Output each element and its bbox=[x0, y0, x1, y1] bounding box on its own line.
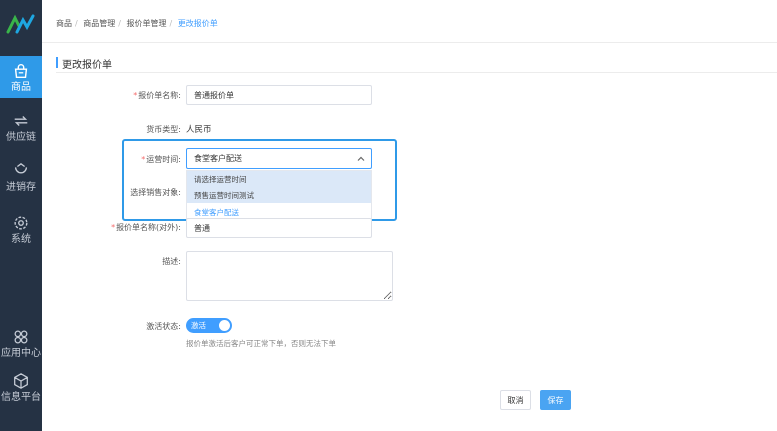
toggle-text: 激活 bbox=[191, 321, 206, 330]
page-title: 更改报价单 bbox=[62, 60, 112, 71]
cancel-button[interactable]: 取消 bbox=[500, 390, 531, 410]
sidebar-item-label: 系统 bbox=[11, 234, 31, 245]
cube-icon bbox=[14, 373, 28, 389]
sidebar-item-label: 进销存 bbox=[6, 182, 36, 193]
highlight-box bbox=[122, 139, 397, 221]
external-name-label: *报价单名称(对外): bbox=[111, 223, 181, 232]
exchange-icon bbox=[14, 116, 28, 126]
breadcrumb-item[interactable]: 报价单管理 bbox=[127, 19, 167, 28]
status-toggle[interactable]: 激活 bbox=[186, 318, 232, 333]
sidebar-item-label: 供应链 bbox=[6, 132, 36, 143]
divider bbox=[56, 72, 777, 73]
sidebar: 商品 供应链 进销存 系统 应用中心 信息平台 bbox=[0, 0, 42, 431]
basket-icon bbox=[14, 64, 28, 79]
logo bbox=[6, 14, 35, 34]
sidebar-item-label: 商品 bbox=[11, 82, 31, 93]
sidebar-item-app-center[interactable]: 应用中心 bbox=[0, 328, 42, 364]
quote-name-label: *报价单名称: bbox=[133, 91, 181, 100]
status-hint: 报价单激活后客户可正常下单，否则无法下单 bbox=[186, 339, 336, 348]
sidebar-item-goods[interactable]: 商品 bbox=[0, 56, 42, 98]
box-icon bbox=[14, 162, 28, 174]
breadcrumb-item[interactable]: 商品 bbox=[56, 19, 72, 28]
status-label: 激活状态: bbox=[146, 322, 181, 331]
currency-label: 货币类型: bbox=[146, 125, 181, 134]
sidebar-item-system[interactable]: 系统 bbox=[0, 214, 42, 250]
divider bbox=[42, 42, 777, 43]
sidebar-item-info-platform[interactable]: 信息平台 bbox=[0, 372, 42, 408]
sidebar-item-supply-chain[interactable]: 供应链 bbox=[0, 112, 42, 148]
save-button[interactable]: 保存 bbox=[540, 390, 571, 410]
currency-value: 人民币 bbox=[186, 125, 212, 135]
apps-icon bbox=[14, 330, 28, 344]
breadcrumb: 商品 / 商品管理 / 报价单管理 / 更改报价单 bbox=[56, 19, 218, 28]
title-accent bbox=[56, 57, 58, 68]
external-name-input[interactable]: 普通 bbox=[186, 218, 372, 238]
sidebar-item-label: 应用中心 bbox=[1, 348, 41, 359]
toggle-knob bbox=[219, 320, 230, 331]
quote-name-input[interactable]: 普通报价单 bbox=[186, 85, 372, 105]
description-textarea[interactable] bbox=[186, 251, 393, 301]
breadcrumb-item[interactable]: 商品管理 bbox=[83, 19, 115, 28]
gear-icon bbox=[14, 216, 28, 230]
sidebar-item-label: 信息平台 bbox=[1, 392, 41, 403]
breadcrumb-current: 更改报价单 bbox=[177, 19, 218, 28]
description-label: 描述: bbox=[162, 257, 181, 266]
sidebar-item-inventory[interactable]: 进销存 bbox=[0, 162, 42, 198]
